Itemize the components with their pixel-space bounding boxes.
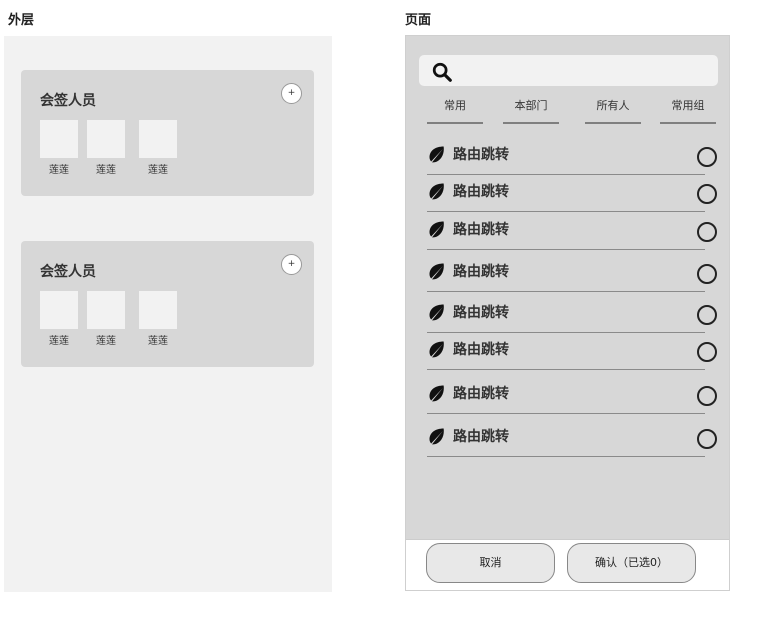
select-radio[interactable] bbox=[697, 386, 717, 406]
leaf-icon bbox=[429, 385, 444, 402]
outer-panel: 会签人员 + 莲莲 莲莲 莲莲 会签人员 + 莲莲 莲莲 莲莲 bbox=[4, 36, 332, 592]
item-label: 路由跳转 bbox=[453, 222, 509, 238]
confirm-button[interactable]: 确认（已选0） bbox=[567, 543, 696, 583]
leaf-icon bbox=[429, 146, 444, 163]
list-item[interactable]: 路由跳转 bbox=[427, 253, 717, 292]
member-item[interactable]: 莲莲 bbox=[40, 120, 78, 176]
add-member-button[interactable]: + bbox=[281, 83, 302, 104]
countersign-card: 会签人员 + 莲莲 莲莲 莲莲 bbox=[21, 241, 314, 367]
avatar bbox=[87, 120, 125, 158]
select-radio[interactable] bbox=[697, 429, 717, 449]
member-name: 莲莲 bbox=[148, 336, 168, 347]
item-label: 路由跳转 bbox=[453, 386, 509, 402]
member-item[interactable]: 莲莲 bbox=[40, 291, 78, 347]
tab-underline bbox=[585, 122, 641, 124]
select-radio[interactable] bbox=[697, 222, 717, 242]
list-item[interactable]: 路由跳转 bbox=[427, 136, 717, 175]
list-item[interactable]: 路由跳转 bbox=[427, 211, 717, 250]
cancel-button[interactable]: 取消 bbox=[426, 543, 555, 583]
avatar bbox=[40, 291, 78, 329]
list-item[interactable]: 路由跳转 bbox=[427, 418, 717, 457]
member-name: 莲莲 bbox=[96, 336, 116, 347]
select-radio[interactable] bbox=[697, 305, 717, 325]
tab-underline bbox=[660, 122, 716, 124]
leaf-icon bbox=[429, 341, 444, 358]
item-label: 路由跳转 bbox=[453, 342, 509, 358]
card-title: 会签人员 bbox=[40, 264, 96, 280]
tab-frequent[interactable]: 常用 bbox=[427, 97, 483, 124]
avatar bbox=[139, 291, 177, 329]
member-name: 莲莲 bbox=[148, 165, 168, 176]
tab-department[interactable]: 本部门 bbox=[503, 97, 559, 124]
leaf-icon bbox=[429, 183, 444, 200]
member-name: 莲莲 bbox=[96, 165, 116, 176]
tab-bar: 常用 本部门 所有人 常用组 bbox=[405, 97, 730, 125]
select-radio[interactable] bbox=[697, 147, 717, 167]
leaf-icon bbox=[429, 304, 444, 321]
footer-bar: 取消 确认（已选0） bbox=[405, 539, 730, 591]
item-label: 路由跳转 bbox=[453, 147, 509, 163]
avatar bbox=[40, 120, 78, 158]
member-name: 莲莲 bbox=[49, 165, 69, 176]
picker-page: 常用 本部门 所有人 常用组 路由跳转 路由跳转 路由跳转 路由跳转 路由跳转 … bbox=[405, 35, 730, 591]
tab-label: 常用组 bbox=[671, 99, 705, 112]
member-item[interactable]: 莲莲 bbox=[87, 291, 125, 347]
leaf-icon bbox=[429, 221, 444, 238]
tab-everyone[interactable]: 所有人 bbox=[585, 97, 641, 124]
item-label: 路由跳转 bbox=[453, 429, 509, 445]
page-section-title: 页面 bbox=[405, 13, 432, 28]
search-icon bbox=[432, 62, 452, 82]
outer-section-title: 外层 bbox=[8, 13, 35, 28]
avatar bbox=[87, 291, 125, 329]
leaf-icon bbox=[429, 263, 444, 280]
select-radio[interactable] bbox=[697, 342, 717, 362]
avatar bbox=[139, 120, 177, 158]
tab-underline bbox=[427, 122, 483, 124]
card-title: 会签人员 bbox=[40, 93, 96, 109]
select-radio[interactable] bbox=[697, 184, 717, 204]
leaf-icon bbox=[429, 428, 444, 445]
list-item[interactable]: 路由跳转 bbox=[427, 294, 717, 333]
countersign-card: 会签人员 + 莲莲 莲莲 莲莲 bbox=[21, 70, 314, 196]
list-item[interactable]: 路由跳转 bbox=[427, 173, 717, 212]
tab-label: 本部门 bbox=[514, 99, 548, 112]
member-item[interactable]: 莲莲 bbox=[87, 120, 125, 176]
tab-label: 常用 bbox=[444, 99, 466, 112]
add-member-button[interactable]: + bbox=[281, 254, 302, 275]
list-item[interactable]: 路由跳转 bbox=[427, 375, 717, 414]
tab-label: 所有人 bbox=[596, 99, 630, 112]
member-item[interactable]: 莲莲 bbox=[139, 291, 177, 347]
member-list: 莲莲 莲莲 莲莲 bbox=[40, 291, 240, 351]
item-label: 路由跳转 bbox=[453, 305, 509, 321]
search-input[interactable] bbox=[419, 55, 718, 86]
tab-underline bbox=[503, 122, 559, 124]
select-radio[interactable] bbox=[697, 264, 717, 284]
item-label: 路由跳转 bbox=[453, 184, 509, 200]
member-name: 莲莲 bbox=[49, 336, 69, 347]
member-item[interactable]: 莲莲 bbox=[139, 120, 177, 176]
member-list: 莲莲 莲莲 莲莲 bbox=[40, 120, 240, 180]
list-item[interactable]: 路由跳转 bbox=[427, 331, 717, 370]
item-label: 路由跳转 bbox=[453, 264, 509, 280]
tab-groups[interactable]: 常用组 bbox=[660, 97, 716, 124]
